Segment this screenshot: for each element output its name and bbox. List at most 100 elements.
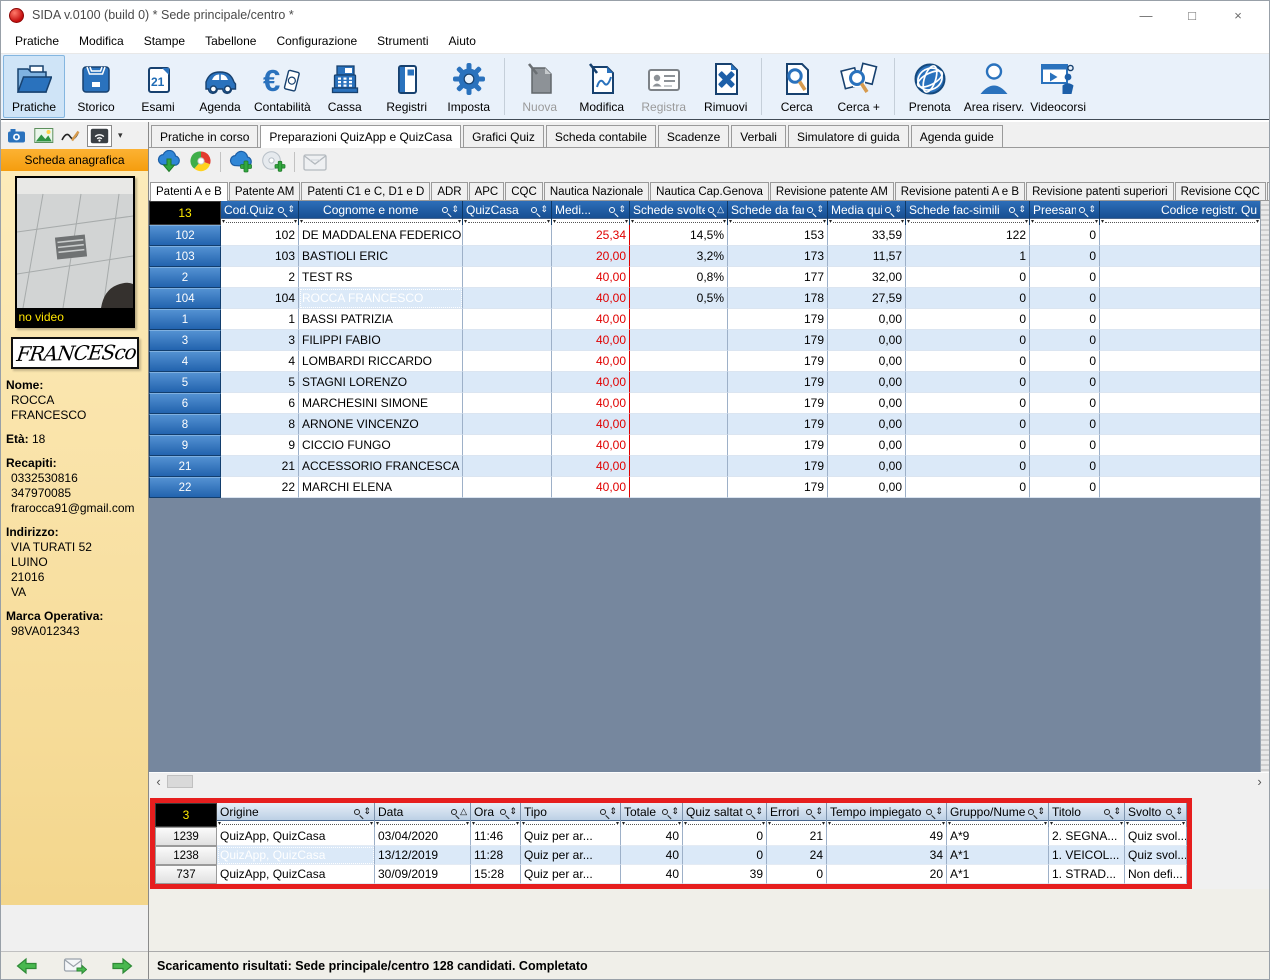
close-button[interactable]: × xyxy=(1215,8,1261,23)
cell[interactable]: 179 xyxy=(728,351,828,372)
row-header[interactable]: 1239 xyxy=(155,827,217,846)
cell[interactable]: QuizApp, QuizCasa xyxy=(217,846,375,865)
cell[interactable] xyxy=(463,456,552,477)
cell[interactable]: 0,00 xyxy=(828,477,906,498)
cell[interactable]: 33,59 xyxy=(828,225,906,246)
cell[interactable] xyxy=(1100,477,1261,498)
cell[interactable]: 0 xyxy=(906,267,1030,288)
cell[interactable]: BASSI PATRIZIA xyxy=(299,309,463,330)
cell[interactable]: 0 xyxy=(1030,330,1100,351)
menu-strumenti[interactable]: Strumenti xyxy=(367,31,438,51)
column-header-origine[interactable]: Origine⇕ xyxy=(217,803,375,827)
column-header-quiz-saltati[interactable]: Quiz saltati⇕ xyxy=(683,803,767,827)
menu-aiuto[interactable]: Aiuto xyxy=(439,31,486,51)
cell[interactable] xyxy=(463,414,552,435)
cell[interactable] xyxy=(1100,372,1261,393)
cell[interactable]: 20 xyxy=(827,865,947,884)
column-header-quizcasa[interactable]: QuizCasa⇕ xyxy=(463,201,552,225)
cell[interactable]: 4 xyxy=(221,351,299,372)
minimize-button[interactable]: — xyxy=(1123,8,1169,23)
cell[interactable]: 40,00 xyxy=(552,393,630,414)
cell[interactable]: 6 xyxy=(221,393,299,414)
menu-pratiche[interactable]: Pratiche xyxy=(5,31,69,51)
cell[interactable] xyxy=(1100,309,1261,330)
cell[interactable] xyxy=(463,372,552,393)
cell[interactable]: 0 xyxy=(683,827,767,846)
category-tab-revisione-patenti-a-e-b[interactable]: Revisione patenti A e B xyxy=(895,182,1025,200)
cell[interactable]: 0 xyxy=(1030,351,1100,372)
cell[interactable]: 11,57 xyxy=(828,246,906,267)
cell[interactable] xyxy=(463,351,552,372)
row-header[interactable]: 103 xyxy=(149,246,221,267)
cell[interactable]: 13/12/2019 xyxy=(375,846,471,865)
row-header[interactable]: 8 xyxy=(149,414,221,435)
cell[interactable]: 1 xyxy=(906,246,1030,267)
cell[interactable]: 0 xyxy=(906,351,1030,372)
category-tab-revisione-patenti-superiori[interactable]: Revisione patenti superiori xyxy=(1026,182,1174,200)
cell[interactable]: 20,00 xyxy=(552,246,630,267)
cell[interactable]: 0 xyxy=(767,865,827,884)
row-header[interactable]: 4 xyxy=(149,351,221,372)
cell[interactable]: 40,00 xyxy=(552,435,630,456)
category-tab-revisione-patente-am[interactable]: Revisione patente AM xyxy=(770,182,894,200)
cell[interactable]: LOMBARDI RICCARDO xyxy=(299,351,463,372)
column-header-schede-da-fare[interactable]: Schede da fare⇕ xyxy=(728,201,828,225)
cell[interactable]: 179 xyxy=(728,309,828,330)
cell[interactable]: MARCHI ELENA xyxy=(299,477,463,498)
scroll-left-button[interactable]: ‹ xyxy=(150,774,167,789)
cell[interactable]: 0 xyxy=(1030,414,1100,435)
cell[interactable] xyxy=(1100,246,1261,267)
cell[interactable]: 0 xyxy=(906,372,1030,393)
mail-forward-button[interactable] xyxy=(63,957,87,975)
cell[interactable]: 179 xyxy=(728,372,828,393)
cell[interactable]: 40,00 xyxy=(552,330,630,351)
cell[interactable]: DE MADDALENA FEDERICO xyxy=(299,225,463,246)
cell[interactable]: 0,00 xyxy=(828,456,906,477)
cell[interactable]: QuizApp, QuizCasa xyxy=(217,827,375,846)
category-tab-nautica-cap-genova[interactable]: Nautica Cap.Genova xyxy=(650,182,769,200)
cell[interactable]: 179 xyxy=(728,414,828,435)
row-header[interactable]: 5 xyxy=(149,372,221,393)
cell[interactable] xyxy=(630,309,728,330)
cell[interactable]: ROCCA FRANCESCO xyxy=(299,288,463,309)
cell[interactable]: 0 xyxy=(906,309,1030,330)
cell[interactable]: 40,00 xyxy=(552,477,630,498)
cell[interactable]: 0 xyxy=(683,846,767,865)
cell[interactable] xyxy=(463,225,552,246)
toolbar-button-area-riserv[interactable]: Area riserv. xyxy=(961,55,1027,118)
cell[interactable]: 0 xyxy=(906,477,1030,498)
cell[interactable]: 0 xyxy=(1030,246,1100,267)
cell[interactable]: Quiz svol... xyxy=(1125,846,1187,865)
row-header[interactable]: 9 xyxy=(149,435,221,456)
cell[interactable]: Quiz per ar... xyxy=(521,865,621,884)
cell[interactable]: 0 xyxy=(906,456,1030,477)
cell[interactable]: 40,00 xyxy=(552,288,630,309)
toolbar-button-registri[interactable]: Registri xyxy=(376,55,438,118)
cell[interactable]: 40,00 xyxy=(552,309,630,330)
cell[interactable]: 5 xyxy=(221,372,299,393)
cell[interactable]: 0 xyxy=(1030,267,1100,288)
column-header-tipo[interactable]: Tipo⇕ xyxy=(521,803,621,827)
cell[interactable]: A*1 xyxy=(947,846,1049,865)
cell[interactable]: 2. SEGNA... xyxy=(1049,827,1125,846)
cell[interactable]: 40,00 xyxy=(552,372,630,393)
row-header[interactable]: 6 xyxy=(149,393,221,414)
cell[interactable]: 40 xyxy=(621,865,683,884)
toolbar-button-pratiche[interactable]: Pratiche xyxy=(3,55,65,118)
cell[interactable]: 177 xyxy=(728,267,828,288)
cell[interactable]: 3 xyxy=(221,330,299,351)
column-header-preesami[interactable]: Preesami⇕ xyxy=(1030,201,1100,225)
cell[interactable] xyxy=(463,288,552,309)
cell[interactable]: 39 xyxy=(683,865,767,884)
cell[interactable]: BASTIOLI ERIC xyxy=(299,246,463,267)
cell[interactable]: 32,00 xyxy=(828,267,906,288)
cell[interactable]: 0 xyxy=(1030,393,1100,414)
cell[interactable]: 34 xyxy=(827,846,947,865)
cell[interactable]: ACCESSORIO FRANCESCA xyxy=(299,456,463,477)
cell[interactable]: 1. STRAD... xyxy=(1049,865,1125,884)
cell[interactable]: 104 xyxy=(221,288,299,309)
cell[interactable] xyxy=(463,267,552,288)
cell[interactable]: 40,00 xyxy=(552,456,630,477)
cell[interactable] xyxy=(463,330,552,351)
arrow-right-button[interactable] xyxy=(112,957,134,975)
